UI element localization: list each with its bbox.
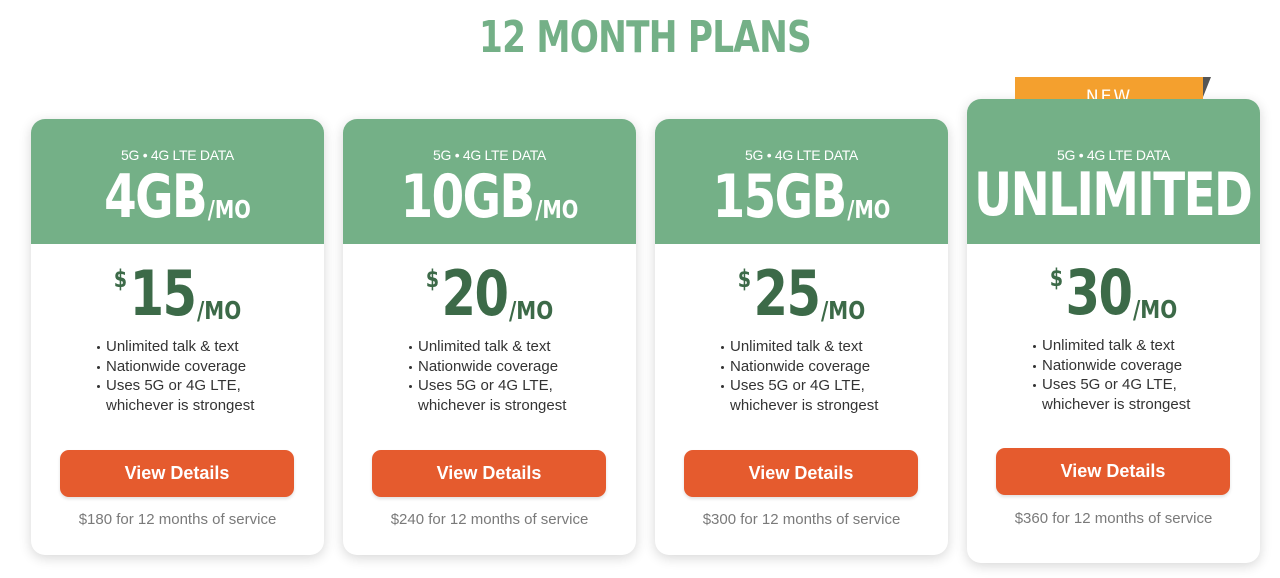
feature-item: Nationwide coverage: [409, 357, 566, 377]
plan-header: 5G • 4G LTE DATA UNLIMITED: [967, 99, 1260, 244]
plan-price: $ 30 /MO: [996, 258, 1230, 326]
data-amount: 4GB: [104, 162, 208, 232]
view-details-button[interactable]: View Details: [996, 448, 1230, 495]
feature-item: Uses 5G or 4G LTE, whichever is stronges…: [1033, 375, 1190, 414]
service-total-note: $300 for 12 months of service: [702, 511, 901, 528]
view-details-button[interactable]: View Details: [60, 450, 294, 497]
view-details-button[interactable]: View Details: [684, 450, 918, 497]
plan-header: 5G • 4G LTE DATA 4GB /MO: [31, 119, 324, 244]
data-amount: 15GB: [712, 162, 848, 232]
data-allowance: 4GB /MO: [63, 165, 292, 229]
feature-item: Nationwide coverage: [97, 357, 254, 377]
service-total-note: $360 for 12 months of service: [1014, 510, 1213, 527]
data-unit: /MO: [535, 195, 579, 224]
data-allowance: 10GB /MO: [375, 165, 604, 229]
data-type-label: 5G • 4G LTE DATA: [433, 147, 546, 163]
data-type-label: 5G • 4G LTE DATA: [121, 147, 234, 163]
data-allowance: 15GB /MO: [687, 165, 916, 229]
data-amount: 10GB: [400, 162, 536, 232]
plan-card-15gb: 5G • 4G LTE DATA 15GB /MO $ 25 /MO Unlim…: [655, 119, 948, 555]
price-unit: /MO: [196, 296, 242, 325]
price-unit: /MO: [508, 296, 554, 325]
feature-list: Unlimited talk & text Nationwide coverag…: [1033, 336, 1190, 414]
price-amount: 20: [441, 257, 509, 330]
data-amount: UNLIMITED: [974, 160, 1253, 230]
feature-list: Unlimited talk & text Nationwide coverag…: [97, 337, 254, 415]
page-title: 12 MONTH PLANS: [479, 12, 812, 63]
plan-card-4gb: 5G • 4G LTE DATA 4GB /MO $ 15 /MO Unlimi…: [31, 119, 324, 555]
feature-item: Unlimited talk & text: [1033, 336, 1190, 356]
badge-fold-decoration: [1203, 77, 1211, 97]
feature-item: Uses 5G or 4G LTE, whichever is stronges…: [97, 376, 254, 415]
plan-card-10gb: 5G • 4G LTE DATA 10GB /MO $ 20 /MO Unlim…: [343, 119, 636, 555]
feature-item: Nationwide coverage: [1033, 356, 1190, 376]
price-amount: 15: [129, 257, 197, 330]
price-unit: /MO: [1132, 295, 1178, 324]
price-amount: 25: [753, 257, 821, 330]
price-unit: /MO: [820, 296, 866, 325]
feature-item: Nationwide coverage: [721, 357, 878, 377]
feature-list: Unlimited talk & text Nationwide coverag…: [409, 337, 566, 415]
plan-header: 5G • 4G LTE DATA 10GB /MO: [343, 119, 636, 244]
feature-item: Uses 5G or 4G LTE, whichever is stronges…: [721, 376, 878, 415]
plan-price: $ 20 /MO: [372, 259, 606, 327]
service-total-note: $180 for 12 months of service: [78, 511, 277, 528]
data-unit: /MO: [207, 195, 251, 224]
currency-symbol: $: [113, 265, 128, 293]
data-type-label: 5G • 4G LTE DATA: [745, 147, 858, 163]
currency-symbol: $: [1049, 264, 1064, 292]
plan-header: 5G • 4G LTE DATA 15GB /MO: [655, 119, 948, 244]
service-total-note: $240 for 12 months of service: [390, 511, 589, 528]
feature-item: Unlimited talk & text: [721, 337, 878, 357]
currency-symbol: $: [425, 265, 440, 293]
feature-item: Unlimited talk & text: [97, 337, 254, 357]
currency-symbol: $: [737, 265, 752, 293]
plan-price: $ 15 /MO: [60, 259, 294, 327]
feature-item: Uses 5G or 4G LTE, whichever is stronges…: [409, 376, 566, 415]
price-amount: 30: [1065, 256, 1133, 329]
data-allowance: UNLIMITED: [974, 163, 1253, 227]
data-unit: /MO: [847, 195, 891, 224]
plan-price: $ 25 /MO: [684, 259, 918, 327]
feature-list: Unlimited talk & text Nationwide coverag…: [721, 337, 878, 415]
plan-card-unlimited: NEW 5G • 4G LTE DATA UNLIMITED $ 30 /MO …: [967, 77, 1260, 563]
view-details-button[interactable]: View Details: [372, 450, 606, 497]
feature-item: Unlimited talk & text: [409, 337, 566, 357]
